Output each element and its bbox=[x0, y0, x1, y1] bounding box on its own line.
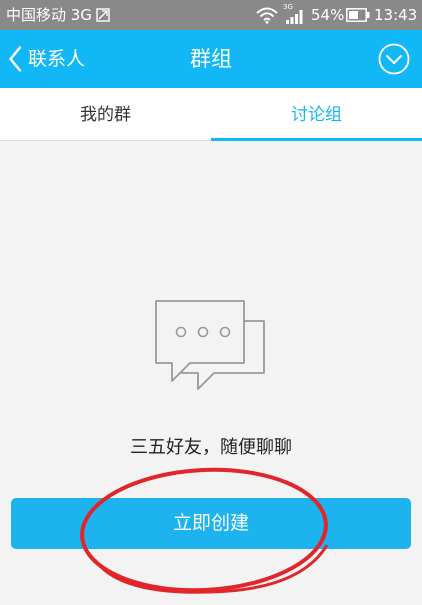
tab-discussion-groups[interactable]: 讨论组 bbox=[211, 88, 422, 141]
create-now-button[interactable]: 立即创建 bbox=[11, 498, 411, 549]
battery-icon bbox=[346, 8, 370, 22]
empty-state-message: 三五好友，随便聊聊 bbox=[130, 437, 292, 458]
status-bar: 中国移动 3G 3G 54% 13:43 bbox=[0, 0, 422, 30]
carrier-label: 中国移动 3G bbox=[6, 6, 92, 24]
tab-my-groups[interactable]: 我的群 bbox=[0, 88, 211, 141]
back-button[interactable]: 联系人 bbox=[6, 30, 106, 88]
sim-icon bbox=[96, 8, 110, 22]
clock: 13:43 bbox=[374, 6, 418, 24]
nav-bar: 联系人 群组 bbox=[0, 30, 422, 88]
tab-bar: 我的群 讨论组 bbox=[0, 88, 422, 141]
battery-percent: 54% bbox=[311, 6, 345, 24]
back-button-label: 联系人 bbox=[28, 48, 86, 70]
wifi-icon bbox=[256, 7, 278, 24]
signal-icon: 3G bbox=[283, 3, 303, 26]
tab-selected-indicator bbox=[211, 138, 422, 141]
chevron-down-circle-icon[interactable] bbox=[378, 43, 410, 75]
chat-bubbles-icon bbox=[155, 300, 265, 390]
chevron-left-icon bbox=[9, 46, 22, 72]
